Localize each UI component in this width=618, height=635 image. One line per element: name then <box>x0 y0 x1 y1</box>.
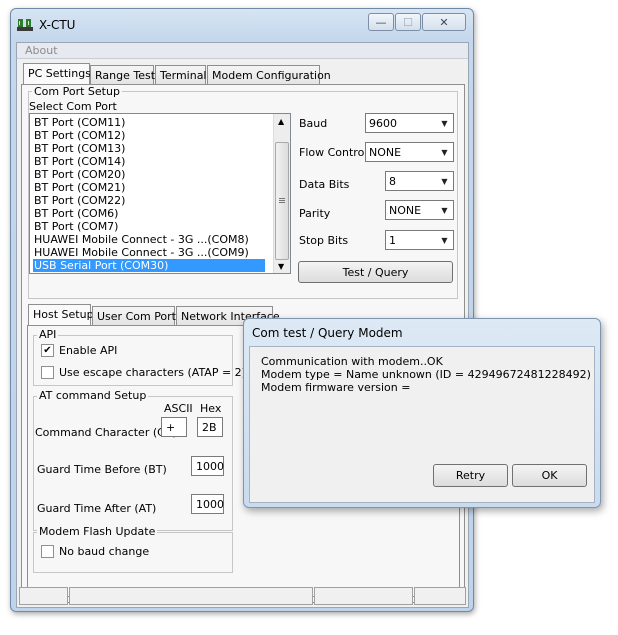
com-port-list[interactable]: BT Port (COM11) BT Port (COM12) BT Port (C… <box>29 113 291 274</box>
xctu-app-icon <box>17 17 33 33</box>
message-line: Modem firmware version = <box>261 381 411 394</box>
message-line: Modem type = Name unknown (ID = 42949672… <box>261 368 591 381</box>
scroll-down-icon[interactable]: ▼ <box>278 262 284 271</box>
message-line: Communication with modem..OK <box>261 355 443 368</box>
status-pane-1 <box>19 587 68 605</box>
close-icon: ✕ <box>439 15 449 29</box>
tab-user-com-ports[interactable]: User Com Ports <box>92 306 182 326</box>
close-button[interactable]: ✕ <box>422 13 466 31</box>
parity-value: NONE <box>389 204 422 217</box>
parity-label: Parity <box>299 207 331 220</box>
com-port-list-item[interactable]: USB Serial Port (COM30) <box>33 259 265 272</box>
escape-chars-checkbox[interactable] <box>41 366 54 379</box>
com-port-list-item[interactable]: BT Port (COM22) <box>33 194 265 207</box>
dialog-message: Communication with modem..OK Modem type … <box>261 355 591 394</box>
guard-time-after-label: Guard Time After (AT) <box>37 502 157 515</box>
maximize-button[interactable]: ☐ <box>395 13 421 31</box>
maximize-icon: ☐ <box>403 15 413 29</box>
tab-terminal[interactable]: Terminal <box>155 65 207 85</box>
main-window: X-CTU — ☐ ✕ About PC Settings Range Test… <box>10 8 474 612</box>
retry-button[interactable]: Retry <box>433 464 508 487</box>
com-port-list-item[interactable]: BT Port (COM7) <box>33 220 265 233</box>
com-port-list-item[interactable]: BT Port (COM13) <box>33 142 265 155</box>
no-baud-change-label: No baud change <box>59 545 150 558</box>
chevron-down-icon: ▼ <box>441 147 448 157</box>
dialog-title: Com test / Query Modem <box>252 326 403 340</box>
chevron-down-icon: ▼ <box>441 235 448 245</box>
com-port-list-item[interactable]: HUAWEI Mobile Connect - 3G ...(COM8) <box>33 233 265 246</box>
api-legend: API <box>37 328 59 341</box>
flow-control-select[interactable]: NONE ▼ <box>365 142 454 162</box>
ascii-label: ASCII <box>164 402 193 415</box>
status-pane-4 <box>414 587 466 605</box>
data-bits-label: Data Bits <box>299 178 350 191</box>
stop-bits-select[interactable]: 1 ▼ <box>385 230 454 250</box>
escape-chars-label: Use escape characters (ATAP = 2) <box>59 366 246 379</box>
no-baud-change-checkbox[interactable] <box>41 545 54 558</box>
enable-api-label: Enable API <box>59 344 118 357</box>
com-port-list-item[interactable]: HUAWEI Mobile Connect - 3G ...(COM9) <box>33 246 265 259</box>
baud-label: Baud <box>299 117 328 130</box>
stop-bits-label: Stop Bits <box>299 234 349 247</box>
cc-ascii-field[interactable]: + <box>161 417 187 437</box>
scroll-up-icon[interactable]: ▲ <box>278 117 284 126</box>
data-bits-select[interactable]: 8 ▼ <box>385 171 454 191</box>
thumb-grip-icon <box>279 198 285 199</box>
com-port-list-item[interactable]: BT Port (COM21) <box>33 181 265 194</box>
minimize-button[interactable]: — <box>368 13 394 31</box>
hex-label: Hex <box>200 402 222 415</box>
tab-range-test[interactable]: Range Test <box>90 65 155 85</box>
command-character-label: Command Character (CC) <box>35 426 177 439</box>
com-port-list-item[interactable]: BT Port (COM11) <box>33 116 265 129</box>
enable-api-checkbox[interactable]: ✔ <box>41 344 54 357</box>
cc-hex-field[interactable]: 2B <box>197 417 223 437</box>
dialog-client: Communication with modem..OK Modem type … <box>249 346 595 503</box>
com-port-list-item[interactable]: BT Port (COM20) <box>33 168 265 181</box>
scroll-thumb[interactable] <box>275 142 289 260</box>
select-com-port-label: Select Com Port <box>29 100 117 113</box>
chevron-down-icon: ▼ <box>441 118 448 128</box>
tab-pc-settings[interactable]: PC Settings <box>23 63 91 85</box>
com-port-list-item[interactable]: BT Port (COM14) <box>33 155 265 168</box>
stop-bits-value: 1 <box>389 234 396 247</box>
modem-flash-legend: Modem Flash Update <box>37 525 158 538</box>
minimize-icon: — <box>375 15 387 29</box>
guard-time-before-field[interactable]: 1000 <box>191 456 224 476</box>
com-test-dialog: Com test / Query Modem Communication wit… <box>243 318 601 508</box>
guard-time-before-label: Guard Time Before (BT) <box>37 463 167 476</box>
tab-host-setup[interactable]: Host Setup <box>28 304 94 326</box>
com-port-list-item[interactable]: BT Port (COM12) <box>33 129 265 142</box>
status-pane-2 <box>69 587 313 605</box>
parity-select[interactable]: NONE ▼ <box>385 200 454 220</box>
com-port-list-item[interactable]: BT Port (COM6) <box>33 207 265 220</box>
ok-button[interactable]: OK <box>512 464 587 487</box>
status-pane-3 <box>314 587 413 605</box>
at-command-legend: AT command Setup <box>37 389 149 402</box>
baud-select[interactable]: 9600 ▼ <box>365 113 454 133</box>
baud-value: 9600 <box>369 117 397 130</box>
list-scrollbar[interactable]: ▲ ▼ <box>273 114 290 273</box>
chevron-down-icon: ▼ <box>441 176 448 186</box>
com-port-setup-legend: Com Port Setup <box>32 85 122 98</box>
menu-about[interactable]: About <box>25 44 58 57</box>
flow-control-value: NONE <box>369 146 402 159</box>
menu-bar: About <box>17 43 468 59</box>
flow-control-label: Flow Control <box>299 146 368 159</box>
chevron-down-icon: ▼ <box>441 205 448 215</box>
data-bits-value: 8 <box>389 175 396 188</box>
tab-modem-configuration[interactable]: Modem Configuration <box>207 65 331 85</box>
test-query-button[interactable]: Test / Query <box>298 261 453 283</box>
guard-time-after-field[interactable]: 1000 <box>191 494 224 514</box>
window-title: X-CTU <box>39 18 76 32</box>
